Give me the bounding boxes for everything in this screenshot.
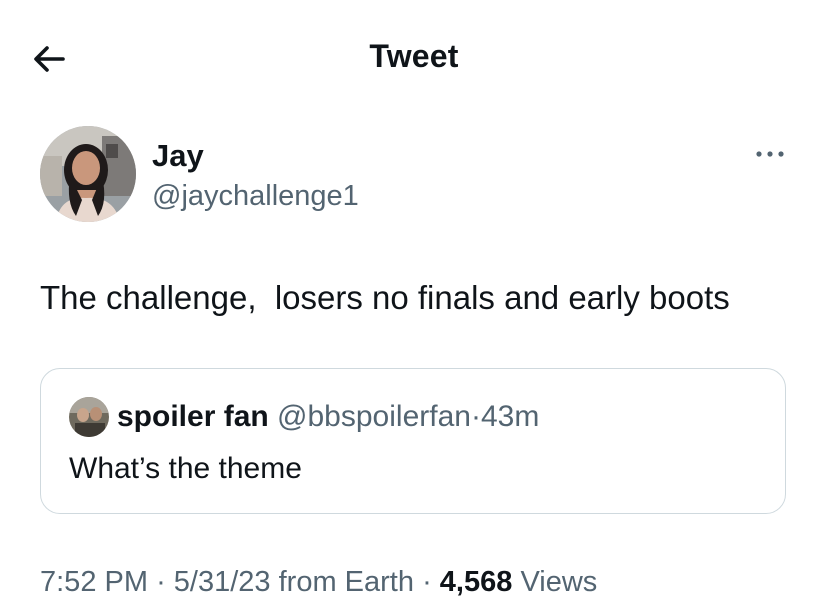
page-title: Tweet <box>369 38 459 74</box>
quoted-tweet-text: What’s the theme <box>69 452 302 485</box>
author-avatar[interactable] <box>40 126 136 222</box>
tweet-timestamp-row: 7:52 PM · 5/31/23 from Earth · 4,568 Vie… <box>40 562 597 602</box>
tweet-date[interactable]: 5/31/23 <box>174 566 271 598</box>
quoted-tweet-time[interactable]: 43m <box>481 400 539 433</box>
quoted-author-avatar[interactable] <box>69 397 109 437</box>
top-bar: Tweet <box>0 0 828 118</box>
author-name[interactable]: Jay <box>152 138 204 174</box>
quoted-author-handle[interactable]: @bbspoilerfan <box>277 400 471 433</box>
views-label: Views <box>520 566 598 598</box>
footer-separator: · <box>422 566 432 598</box>
tweet-time[interactable]: 7:52 PM <box>40 566 148 598</box>
more-options-icon <box>756 151 784 157</box>
quoted-author-name[interactable]: spoiler fan <box>117 400 269 433</box>
views-count[interactable]: 4,568 <box>440 566 513 598</box>
quoted-tweet-card[interactable]: spoiler fan @bbspoilerfan·43m What’s the… <box>40 368 786 514</box>
more-options-button[interactable] <box>748 140 792 168</box>
tweet-source: from Earth <box>278 566 414 598</box>
footer-separator: · <box>156 566 166 598</box>
author-handle[interactable]: @jaychallenge1 <box>152 180 359 213</box>
quoted-tweet-meta: spoiler fan @bbspoilerfan·43m <box>117 397 539 437</box>
meta-separator: · <box>470 400 481 433</box>
tweet-text: The challenge, losers no finals and earl… <box>40 279 730 316</box>
